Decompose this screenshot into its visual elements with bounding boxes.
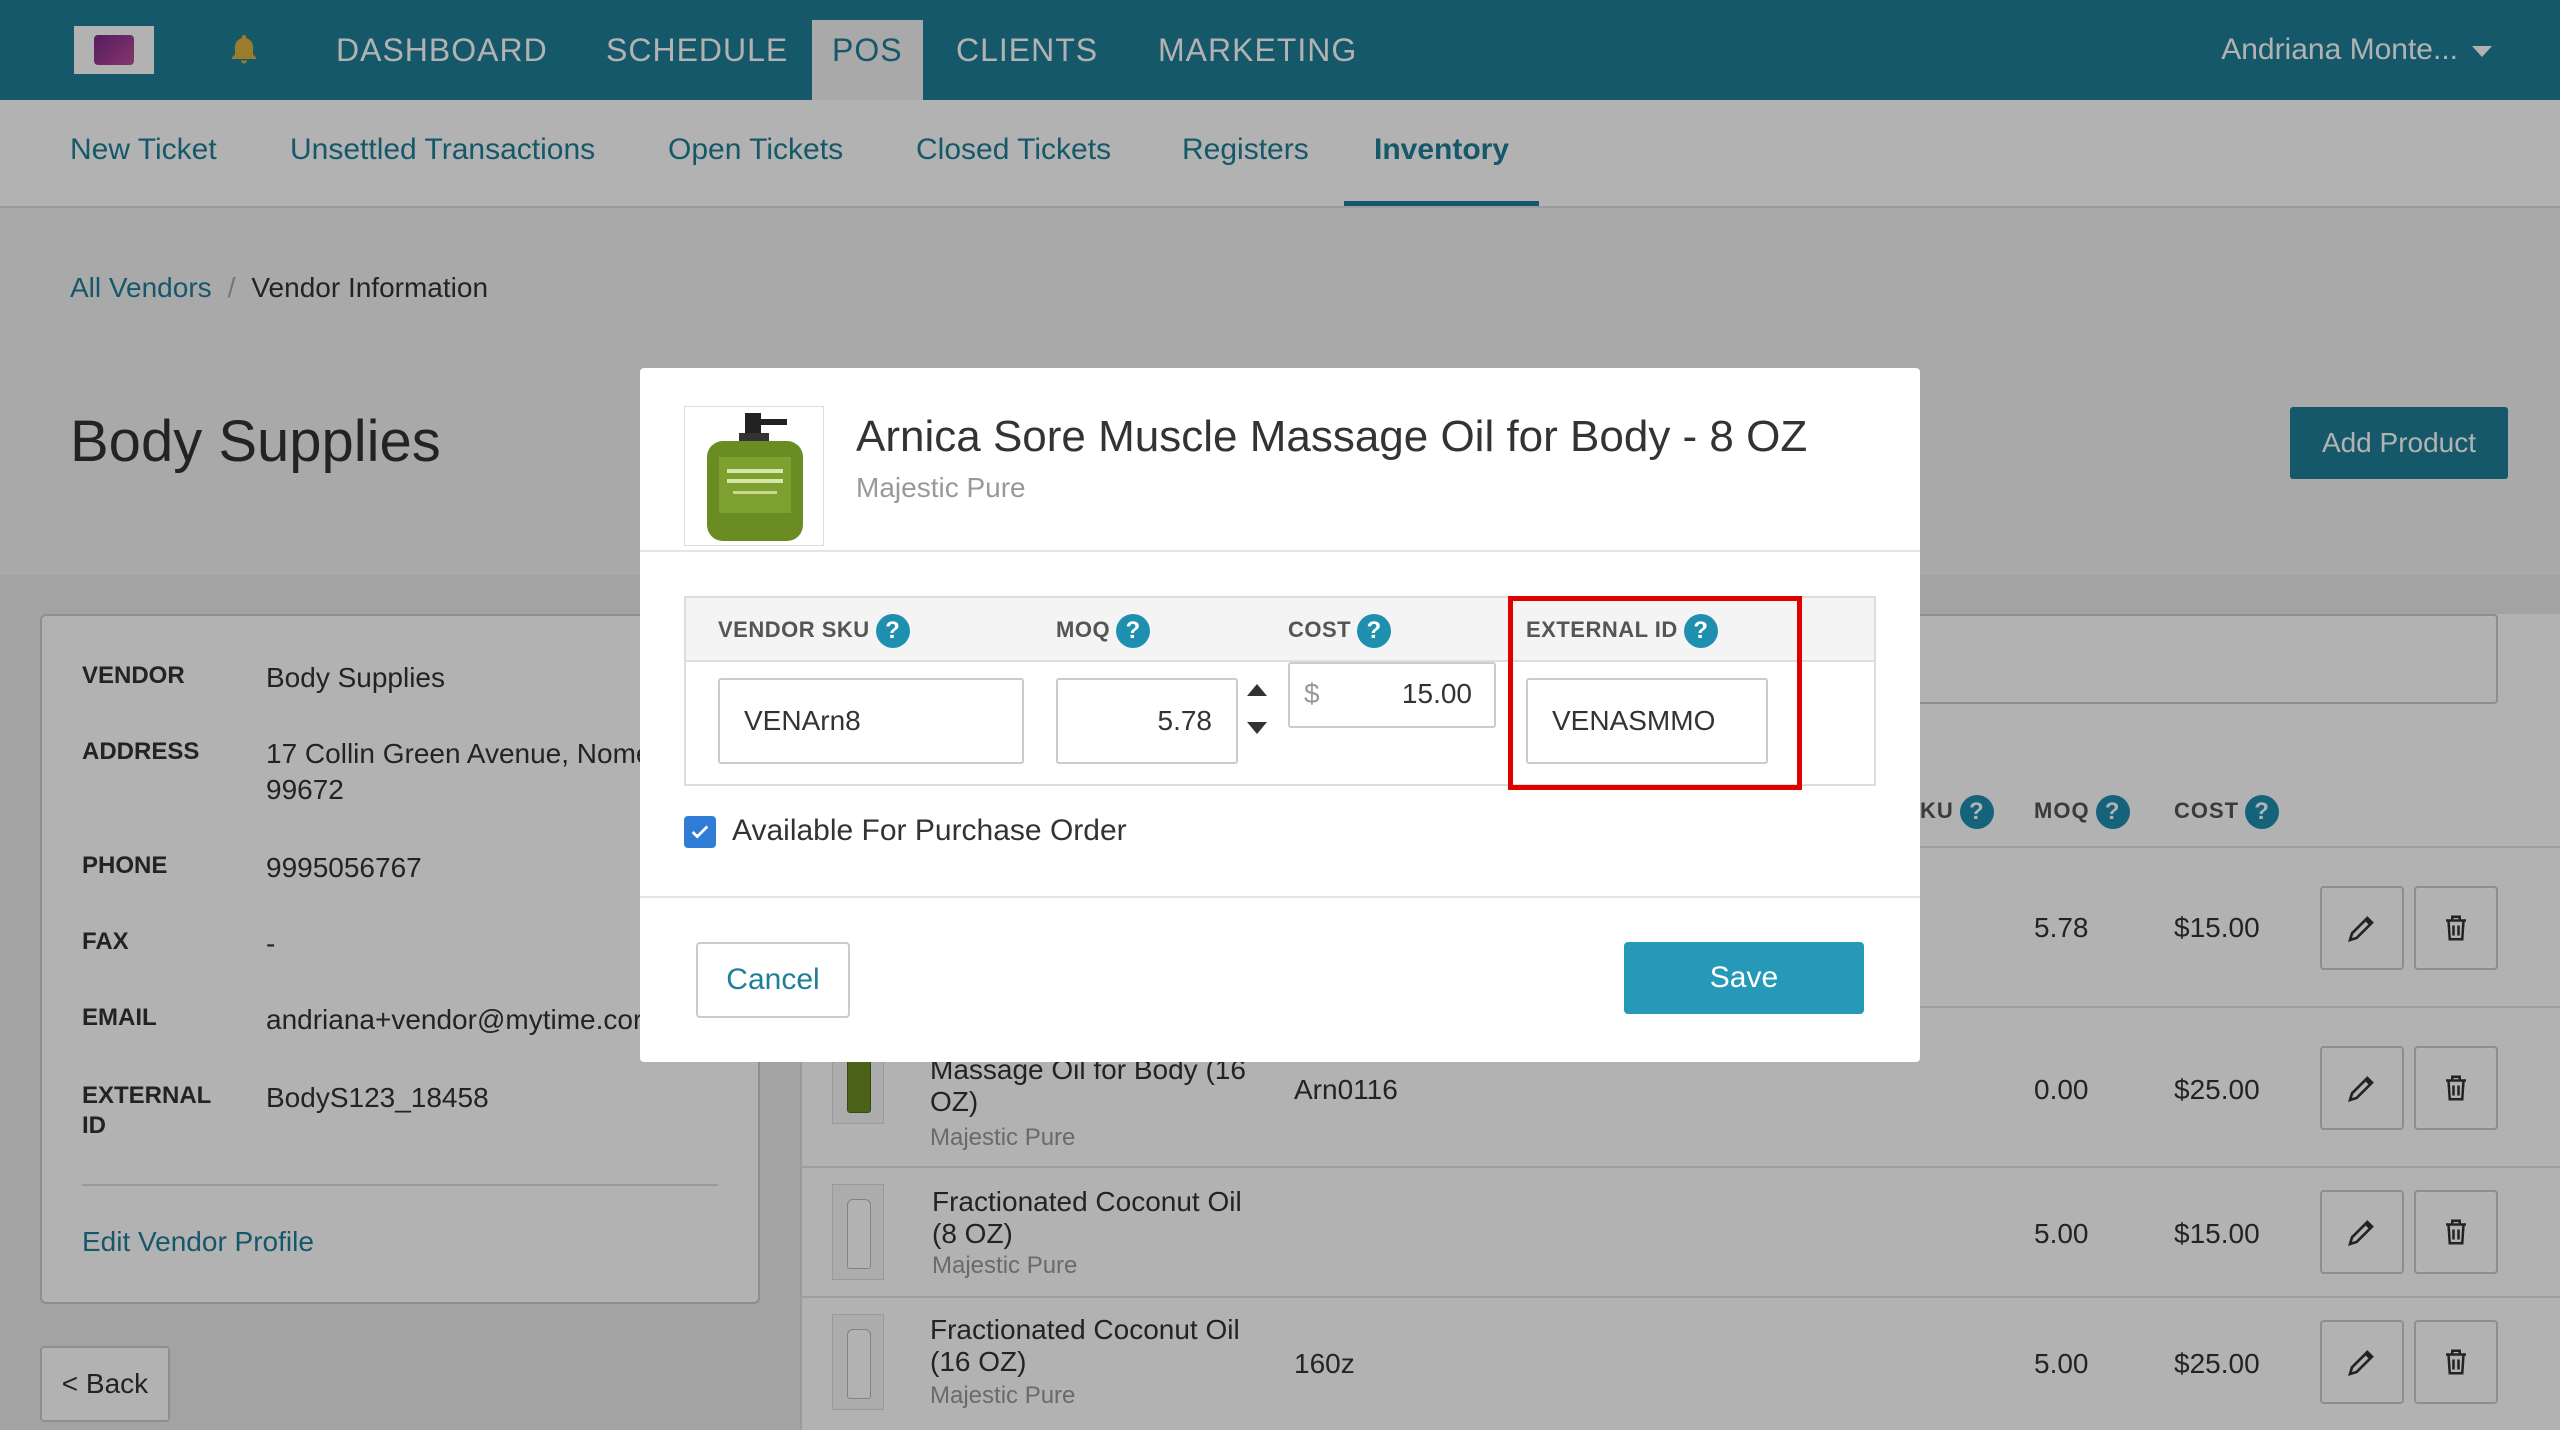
available-for-po-checkbox[interactable] [684, 816, 716, 848]
vendor-fields-table: VENDOR SKU? MOQ? COST? EXTERNAL ID? $ 15… [684, 596, 1876, 790]
divider [640, 896, 1920, 898]
chevron-down-icon[interactable] [1247, 722, 1267, 734]
checkmark-icon [691, 825, 709, 839]
product-image [684, 406, 824, 546]
column-header-cost: COST? [1288, 614, 1392, 648]
edit-product-vendor-modal: Arnica Sore Muscle Massage Oil for Body … [640, 368, 1920, 1062]
column-header-moq: MOQ? [1056, 614, 1151, 648]
modal-brand: Majestic Pure [856, 472, 1026, 503]
modal-title: Arnica Sore Muscle Massage Oil for Body … [856, 412, 1808, 461]
chevron-up-icon[interactable] [1247, 684, 1267, 696]
available-for-po-label[interactable]: Available For Purchase Order [732, 814, 1127, 848]
cancel-button[interactable]: Cancel [696, 942, 850, 1018]
help-icon[interactable]: ? [1116, 614, 1151, 648]
external-id-highlight-box [1508, 596, 1802, 790]
column-header-vendor-sku: VENDOR SKU? [718, 614, 910, 648]
vendor-sku-input[interactable] [718, 678, 1024, 764]
cost-value: 15.00 [1401, 678, 1472, 709]
currency-symbol: $ [1304, 678, 1320, 709]
help-icon[interactable]: ? [875, 614, 910, 648]
cost-input[interactable]: $ 15.00 [1288, 662, 1496, 728]
moq-input[interactable] [1056, 678, 1238, 764]
moq-stepper[interactable] [1244, 678, 1272, 746]
divider [640, 550, 1920, 552]
save-button[interactable]: Save [1624, 942, 1864, 1014]
oil-bottle-icon [707, 413, 803, 541]
help-icon[interactable]: ? [1357, 614, 1392, 648]
